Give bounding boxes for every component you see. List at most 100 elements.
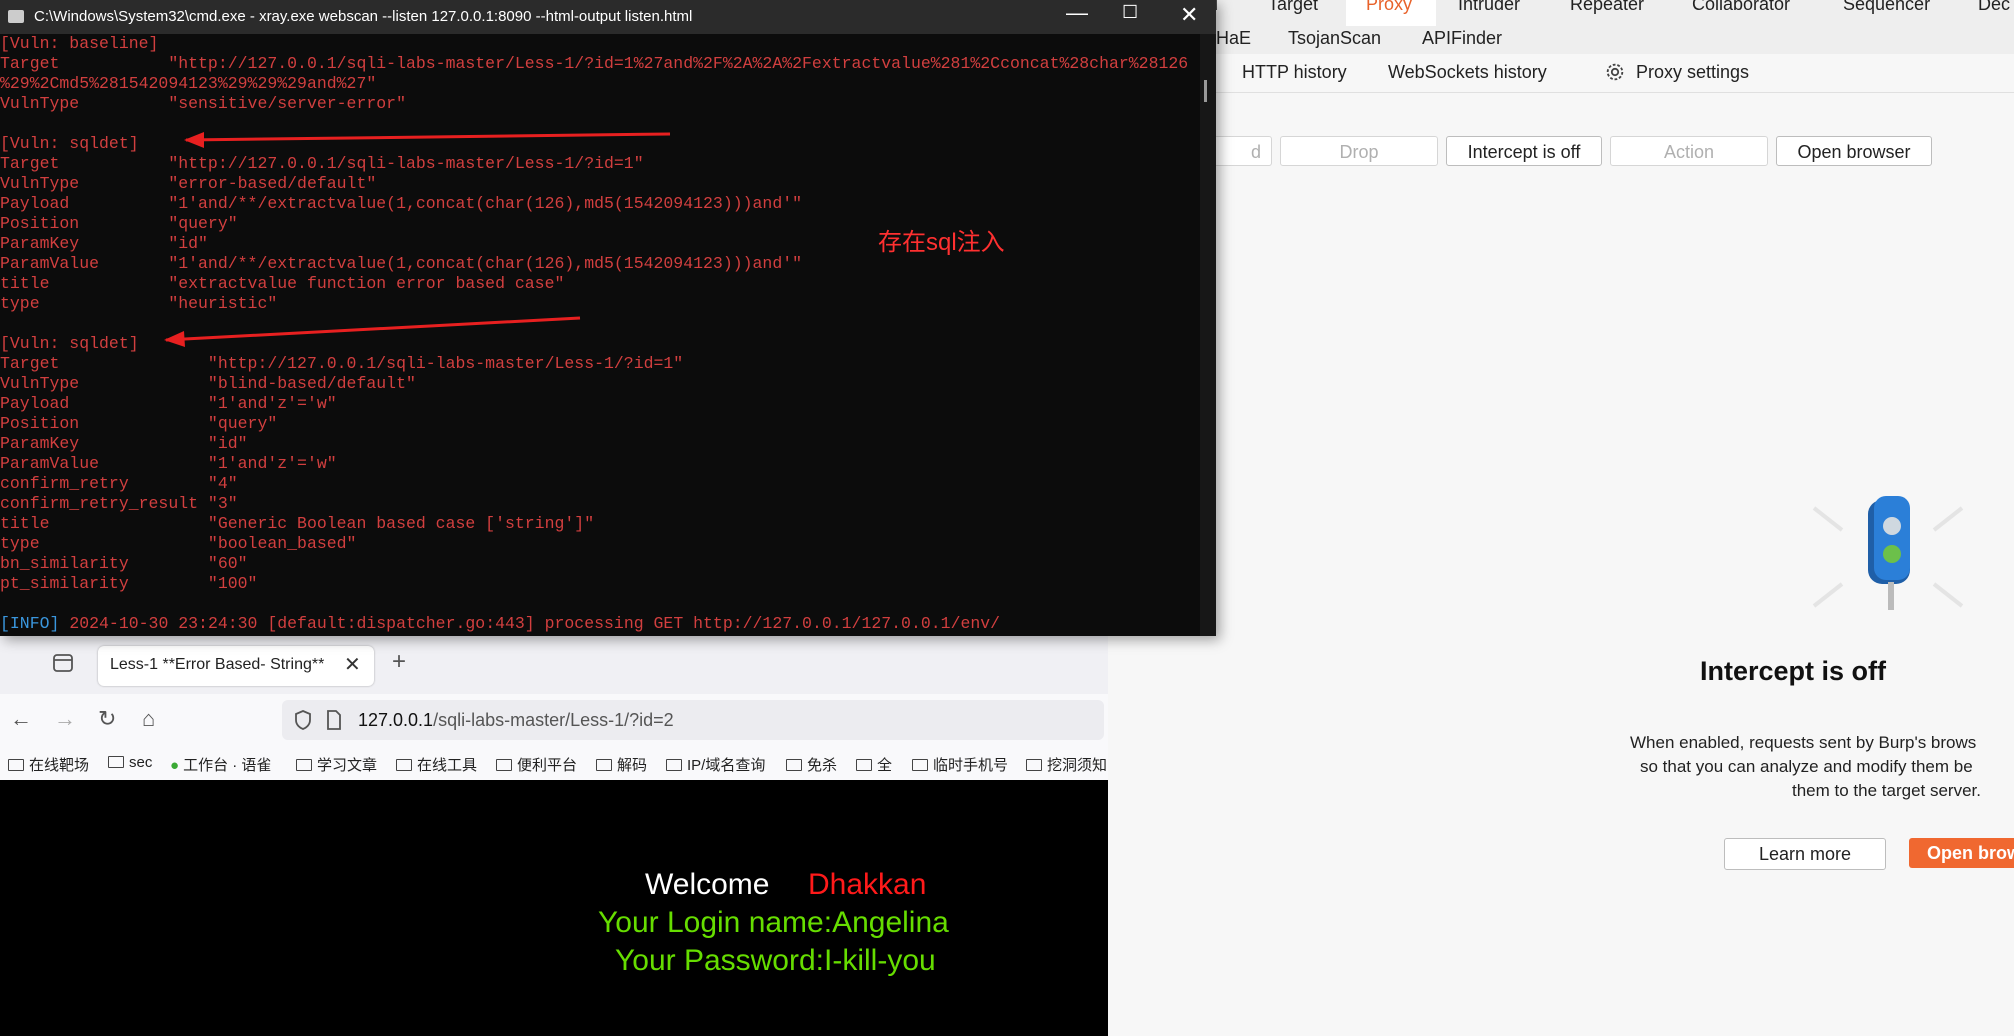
browser-tab[interactable]: Less-1 **Error Based- String** ✕: [98, 646, 374, 686]
tab-tsojanscan[interactable]: TsojanScan: [1288, 28, 1381, 49]
url-bar[interactable]: 127.0.0.1/sqli-labs-master/Less-1/?id=2: [282, 700, 1104, 740]
cmd-line: type "boolean_based": [0, 534, 357, 553]
welcome-username: Dhakkan: [808, 868, 927, 901]
learn-more-button[interactable]: Learn more: [1724, 838, 1886, 870]
bookmark-label: 在线工具: [417, 757, 478, 774]
welcome-text: Welcome: [645, 868, 770, 901]
bookmark-folder[interactable]: 解码: [596, 754, 647, 775]
tab-intruder[interactable]: Intruder: [1458, 0, 1520, 15]
maximize-icon[interactable]: ☐: [1122, 2, 1138, 23]
folder-icon: [1026, 759, 1042, 771]
cmd-line: type "heuristic": [0, 294, 278, 313]
login-name-text: Your Login name:Angelina: [598, 906, 949, 939]
open-browser-button[interactable]: Open browser: [1776, 136, 1932, 166]
leaf-icon: ●: [170, 757, 180, 774]
tab-websockets-history[interactable]: WebSockets history: [1388, 62, 1547, 83]
bookmark-folder[interactable]: 在线工具: [396, 754, 477, 775]
intercept-status-title: Intercept is off: [1700, 656, 1887, 686]
tab-http-history[interactable]: HTTP history: [1242, 62, 1347, 83]
annotation-label: 存在sql注入: [878, 229, 1005, 256]
tab-list-icon[interactable]: [52, 653, 74, 673]
open-browser-cta-button[interactable]: Open brow: [1909, 838, 2014, 868]
close-icon[interactable]: ✕: [1180, 2, 1198, 28]
tab-repeater[interactable]: Repeater: [1570, 0, 1644, 15]
bookmark-label: 挖洞须知: [1047, 757, 1108, 774]
bookmark-label: 临时手机号: [933, 757, 1009, 774]
page-info-icon[interactable]: [326, 710, 342, 730]
tab-proxy-settings[interactable]: Proxy settings: [1636, 62, 1749, 83]
close-icon[interactable]: ✕: [344, 652, 361, 677]
cmd-line: [Vuln: baseline]: [0, 34, 159, 53]
folder-icon: [8, 759, 24, 771]
cmd-line: confirm_retry_result "3": [0, 494, 238, 513]
bookmark-label: 工作台 · 语雀: [183, 757, 272, 774]
bookmark-link[interactable]: ● 工作台 · 语雀: [170, 754, 271, 775]
bookmark-folder[interactable]: 临时手机号: [912, 754, 1008, 775]
cmd-line: ParamValue "1'and/**/extractvalue(1,conc…: [0, 254, 803, 273]
reload-icon[interactable]: ↻: [98, 706, 116, 732]
gear-icon[interactable]: [1604, 61, 1626, 83]
bookmark-folder[interactable]: 便利平台: [496, 754, 577, 775]
folder-icon: [396, 759, 412, 771]
cmd-info-line: [INFO] 2024-10-30 23:24:30 [default:disp…: [0, 614, 1000, 634]
bookmark-folder[interactable]: 挖洞须知: [1026, 754, 1107, 775]
cmd-line: Position "query": [0, 214, 238, 233]
intercept-description-line: them to the target server.: [1792, 781, 1981, 800]
bookmarks-bar: 在线靶场 sec ● 工作台 · 语雀 学习文章 在线工具 便利平台 解码 IP/…: [0, 746, 1108, 781]
cmd-titlebar[interactable]: C:\Windows\System32\cmd.exe - xray.exe w…: [0, 0, 1216, 34]
intercept-toggle-button[interactable]: Intercept is off: [1446, 136, 1602, 166]
intercept-description-line: so that you can analyze and modify them …: [1640, 757, 1973, 776]
bookmark-label: 全: [877, 757, 893, 774]
cmd-app-icon: [8, 10, 24, 23]
bookmark-label: 免杀: [807, 757, 838, 774]
tab-sequencer[interactable]: Sequencer: [1843, 0, 1930, 15]
folder-icon: [666, 759, 682, 771]
url-host: 127.0.0.1: [358, 710, 434, 730]
intercept-description-line: When enabled, requests sent by Burp's br…: [1630, 733, 1977, 752]
cmd-line: Target "http://127.0.0.1/sqli-labs-maste…: [0, 354, 684, 373]
tab-decoder[interactable]: Dec: [1978, 0, 2010, 15]
cmd-line: VulnType "sensitive/server-error": [0, 94, 406, 113]
cmd-line: Position "query": [0, 414, 278, 433]
drop-button[interactable]: Drop: [1280, 136, 1438, 166]
bookmark-folder[interactable]: IP/域名查询: [666, 754, 765, 775]
cmd-line: title "Generic Boolean based case ['stri…: [0, 514, 595, 533]
cmd-line: ParamKey "id": [0, 434, 248, 453]
folder-icon: [496, 759, 512, 771]
bookmark-folder[interactable]: 学习文章: [296, 754, 377, 775]
info-message: 2024-10-30 23:24:30 [default:dispatcher.…: [59, 614, 1001, 633]
bookmark-folder[interactable]: 在线靶场: [8, 754, 89, 775]
bookmark-label: sec: [129, 754, 153, 771]
cmd-output[interactable]: [Vuln: baseline] Target "http://127.0.0.…: [0, 34, 1200, 634]
bookmark-label: 解码: [617, 757, 648, 774]
back-icon[interactable]: ←: [10, 706, 32, 732]
cmd-line: [Vuln: sqldet]: [0, 334, 139, 353]
shield-icon[interactable]: [294, 710, 312, 730]
action-button[interactable]: Action: [1610, 136, 1768, 166]
home-icon[interactable]: ⌂: [142, 706, 155, 732]
new-tab-icon[interactable]: +: [392, 648, 406, 676]
scrollbar-thumb[interactable]: [1204, 80, 1207, 102]
minimize-icon[interactable]: —: [1066, 0, 1088, 26]
cmd-scrollbar[interactable]: [1200, 34, 1216, 636]
navigation-bar: ← → ↻ ⌂ 127.0.0.1/sqli-labs-master/Less-…: [0, 694, 1108, 746]
cmd-line: title "extractvalue function error based…: [0, 274, 565, 293]
bookmark-folder[interactable]: 免杀: [786, 754, 837, 775]
bookmark-folder[interactable]: sec: [108, 754, 152, 771]
bookmark-folder[interactable]: 全: [856, 754, 892, 775]
password-text: Your Password:I-kill-you: [615, 944, 936, 977]
folder-icon: [912, 759, 928, 771]
bookmark-label: 在线靶场: [29, 757, 90, 774]
forward-icon[interactable]: →: [54, 706, 76, 732]
tab-collaborator[interactable]: Collaborator: [1692, 0, 1790, 15]
tab-hae[interactable]: HaE: [1216, 28, 1251, 49]
cmd-window-title: C:\Windows\System32\cmd.exe - xray.exe w…: [34, 8, 693, 25]
browser-tab-bar: Less-1 **Error Based- String** ✕ +: [0, 636, 1108, 694]
folder-icon: [108, 756, 124, 768]
cmd-line: pt_similarity "100": [0, 574, 258, 593]
url-text[interactable]: 127.0.0.1/sqli-labs-master/Less-1/?id=2: [358, 710, 674, 731]
tab-proxy[interactable]: Proxy: [1366, 0, 1412, 15]
tab-target[interactable]: Target: [1268, 0, 1318, 15]
tab-apifinder[interactable]: APIFinder: [1422, 28, 1502, 49]
traffic-light-icon: [1812, 496, 1964, 610]
